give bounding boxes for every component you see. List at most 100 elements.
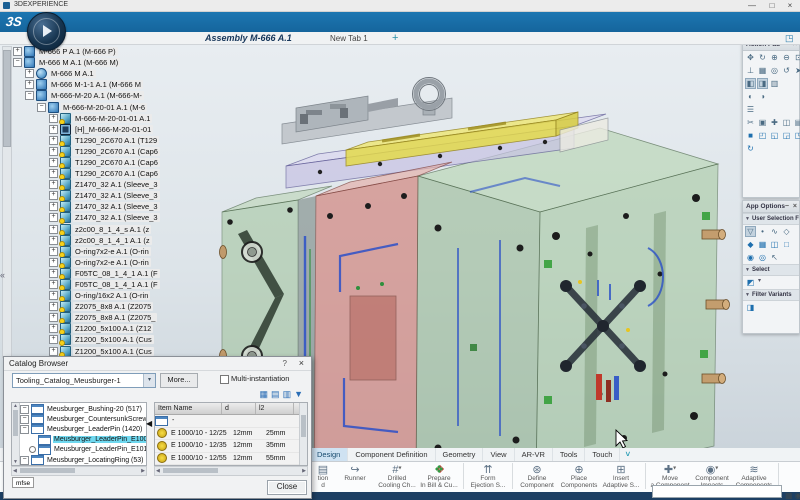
- selection-filter-icon[interactable]: ▽: [745, 226, 756, 237]
- parallel-icon[interactable]: ◨: [757, 78, 768, 89]
- tree-list-icon[interactable]: ☰: [745, 104, 756, 115]
- items-hscrollbar[interactable]: [154, 466, 308, 476]
- tree-expander-icon[interactable]: +: [49, 247, 58, 256]
- curve-filter-icon[interactable]: ∿: [769, 226, 780, 237]
- chapter-scrollbar[interactable]: [12, 403, 20, 465]
- volume-filter-icon[interactable]: ◆: [745, 239, 756, 250]
- items-scrollbar[interactable]: [299, 403, 307, 465]
- tree-item[interactable]: +Z1470_32 A.1 (Sleeve_3: [49, 190, 208, 201]
- help-icon[interactable]: ?: [283, 359, 287, 368]
- tree-item[interactable]: +O-ring7x2-e A.1 (O-rin: [49, 246, 208, 257]
- fly-mode-icon[interactable]: ➤: [793, 65, 800, 76]
- tree-item[interactable]: +Z2075_8x8 A.1 (Z2075: [49, 301, 208, 312]
- top-view-icon[interactable]: ◱: [769, 130, 780, 141]
- tree-expander-icon[interactable]: +: [49, 258, 58, 267]
- tree-item[interactable]: +M-666 M-1-1 A.1 (M-666 M: [25, 79, 208, 90]
- chapter-hscrollbar-thumb[interactable]: [20, 468, 75, 473]
- actionbar-tab-view[interactable]: View: [483, 448, 514, 461]
- tree-expander-icon[interactable]: +: [49, 125, 58, 134]
- tree-item[interactable]: +T1290_2C670 A.1 (T129: [49, 135, 208, 146]
- zoom-out-icon[interactable]: ⊖: [781, 52, 792, 63]
- tree-scrollbar-thumb[interactable]: [3, 50, 11, 147]
- mesh-filter-icon[interactable]: ▦: [757, 239, 768, 250]
- column-header-l2[interactable]: l2: [256, 403, 294, 414]
- tree-item[interactable]: +O-ring/16x2 A.1 (O-rin: [49, 290, 208, 301]
- tree-item[interactable]: +Z1470_32 A.1 (Sleeve_3: [49, 201, 208, 212]
- tab-new[interactable]: New Tab 1: [330, 34, 368, 43]
- actionbar-tab-tools[interactable]: Tools: [553, 448, 586, 461]
- tree-item[interactable]: +M-666-M-20-01-01 A.1: [49, 113, 208, 124]
- multi-instantiation-checkbox[interactable]: [220, 375, 229, 384]
- tree-expander-icon[interactable]: +: [49, 324, 58, 333]
- catalog-chapter[interactable]: −Meusburger_LocatingRing (53): [20, 455, 147, 465]
- tab-assembly[interactable]: Assembly M-666 A.1: [205, 33, 292, 43]
- tree-item[interactable]: +Z1200_5x100 A.1 (Z12: [49, 323, 208, 334]
- tree-collapse-icon[interactable]: «: [0, 270, 5, 280]
- normal-view-icon[interactable]: ⊥: [745, 65, 756, 76]
- multi-view-icon[interactable]: ▦: [757, 65, 768, 76]
- chapter-expander-icon[interactable]: −: [20, 405, 29, 414]
- dropdown-caret-icon[interactable]: ▾: [399, 465, 402, 471]
- tree-item[interactable]: +Z2075_8x8 A.1 (Z2075_: [49, 312, 208, 323]
- table-filter-icon[interactable]: ▼: [294, 389, 303, 399]
- hide-show-icon[interactable]: ◐: [745, 91, 756, 102]
- tree-expander-icon[interactable]: −: [25, 91, 34, 100]
- section-header[interactable]: ▼Select: [743, 264, 799, 276]
- catalog-chapter[interactable]: −Meusburger_LeaderPin (1420): [20, 424, 147, 434]
- chapter-hscrollbar[interactable]: [11, 466, 147, 476]
- chapter-expander-icon[interactable]: −: [20, 415, 29, 424]
- tree-scrollbar[interactable]: [2, 46, 12, 358]
- tree-item[interactable]: +O-ring7x2-e A.1 (O-rin: [49, 257, 208, 268]
- more-button[interactable]: More...: [160, 373, 198, 388]
- catalog-item-row[interactable]: -: [155, 415, 307, 428]
- catalog-chapter[interactable]: Meusburger_LeaderPin_E100: [29, 435, 147, 445]
- tree-item[interactable]: −M-666 M A.1 (M-666 M): [13, 57, 208, 68]
- actionbar-tab-geometry[interactable]: Geometry: [436, 448, 484, 461]
- define-component-tool[interactable]: ⊛DefineComponent: [516, 462, 558, 489]
- chapter-scrollbar-thumb[interactable]: [13, 410, 18, 436]
- console-input[interactable]: [655, 487, 779, 497]
- tree-expander-icon[interactable]: +: [49, 202, 58, 211]
- tree-expander-icon[interactable]: +: [49, 114, 58, 123]
- tree-expander-icon[interactable]: +: [49, 147, 58, 156]
- tree-expander-icon[interactable]: +: [49, 302, 58, 311]
- tree-expander-icon[interactable]: +: [49, 158, 58, 167]
- add-tab-icon[interactable]: +: [392, 32, 398, 44]
- prepare-bom-tool[interactable]: ❖PrepareIn Bill & Cu...: [418, 462, 460, 489]
- tree-item[interactable]: +Z1470_32 A.1 (Sleeve_3: [49, 212, 208, 223]
- turn-head-icon[interactable]: ↺: [781, 65, 792, 76]
- catalog-chapter[interactable]: −Meusburger_CountersunkScrew (: [20, 414, 147, 424]
- tree-expander-icon[interactable]: +: [49, 180, 58, 189]
- section-header[interactable]: ▼User Selection Filter: [743, 213, 799, 225]
- catalog-selector[interactable]: Tooling_Catalog_Meusburger-1 ▾: [12, 373, 156, 388]
- tree-item[interactable]: +Z1470_32 A.1 (Sleeve_3: [49, 179, 208, 190]
- right-view-icon[interactable]: ◳: [793, 130, 800, 141]
- fit-all-icon[interactable]: ⊡: [793, 52, 800, 63]
- minimize-icon[interactable]: —: [744, 0, 760, 11]
- actionbar-tab-touch[interactable]: Touch: [585, 448, 620, 461]
- surface-filter-icon[interactable]: ◇: [781, 226, 792, 237]
- clipboard-icon[interactable]: ◫: [781, 117, 792, 128]
- tree-expander-icon[interactable]: +: [49, 269, 58, 278]
- tree-item[interactable]: +z2c00_8_1_4_1 A.1 (z: [49, 235, 208, 246]
- catalog-item-row[interactable]: E 1000/10 - 12/2512mm25mm2: [155, 428, 307, 441]
- dropdown-caret-icon[interactable]: ▾: [715, 465, 718, 471]
- close-icon[interactable]: ×: [782, 0, 798, 11]
- pane-splitter-icon[interactable]: ◀: [146, 419, 152, 428]
- tree-expander-icon[interactable]: +: [49, 347, 58, 356]
- form-ejection-tool[interactable]: ⇈FormEjection S...: [467, 462, 509, 489]
- assistant-icon[interactable]: ◉: [795, 491, 800, 500]
- dropdown-caret-icon[interactable]: ▾: [673, 465, 676, 471]
- dropdown-caret-icon[interactable]: ▾: [758, 277, 761, 288]
- copy-icon[interactable]: ▣: [757, 117, 768, 128]
- selection-mode-icon[interactable]: ◩: [745, 277, 756, 288]
- tree-item[interactable]: +F05TC_08_1_4_1 A.1 (F: [49, 279, 208, 290]
- zoom-in-icon[interactable]: ⊕: [769, 52, 780, 63]
- expand-viewport-icon[interactable]: ◳: [785, 33, 794, 44]
- catalog-filter-input[interactable]: [14, 478, 35, 488]
- tree-item[interactable]: +T1290_2C670 A.1 (Cap6: [49, 146, 208, 157]
- update-icon[interactable]: ↻: [745, 143, 756, 154]
- iso-view-icon[interactable]: ■: [745, 130, 756, 141]
- split-screen-icon[interactable]: ▥: [769, 78, 780, 89]
- section-header[interactable]: ▼Filter Variants: [743, 289, 799, 301]
